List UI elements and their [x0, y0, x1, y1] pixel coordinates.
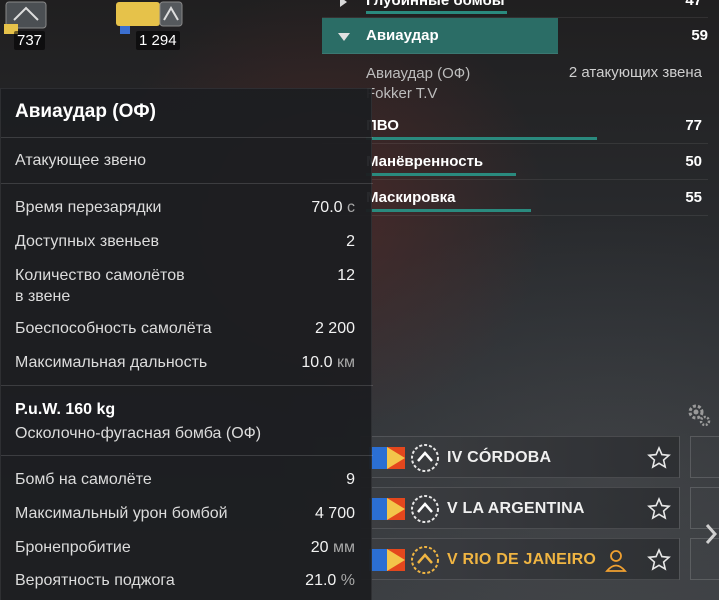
ship-slot-2[interactable]: 1 294 [110, 0, 190, 52]
stat-row-aa[interactable]: ПВО 77 [322, 108, 708, 144]
star-icon[interactable] [647, 497, 671, 521]
param-plane-hp: Боеспособность самолёта 2 200 [15, 320, 355, 338]
commander-icon [605, 550, 627, 572]
param-penetration: Бронепробитие 20 мм [15, 539, 355, 557]
param-value: 4 700 [314, 505, 355, 522]
gear-icon[interactable] [686, 402, 712, 428]
param-label: Вероятность поджога [15, 572, 175, 589]
expand-arrow-icon [340, 0, 347, 7]
argentina-flag-icon [369, 549, 405, 571]
stat-row-concealment[interactable]: Маскировка 55 [322, 180, 708, 216]
ship-name: V LA ARGENTINA [447, 500, 585, 517]
param-reload: Время перезарядки 70.0 с [15, 199, 355, 217]
ship-count: 737 [14, 31, 46, 50]
param-label: Бомб на самолёте [15, 471, 152, 488]
stat-bar [366, 137, 597, 140]
collapse-arrow-icon [338, 33, 350, 41]
divider [1, 137, 373, 138]
param-label-line1: Количество самолётов [15, 267, 185, 284]
param-label: Время перезарядки [15, 199, 162, 216]
ship-carousel: IV CÓRDOBA V LA ARGENTINA V RIO DE JANEI… [360, 436, 680, 589]
param-max-bomb-damage: Максимальный урон бомбой 4 700 [15, 505, 355, 523]
tooltip-subtitle: Атакующее звено [15, 152, 147, 169]
param-label: Максимальный урон бомбой [15, 505, 228, 522]
param-value: 9 [346, 471, 355, 488]
airstrike-tooltip: Авиаудар (ОФ) Атакующее звено Время пере… [0, 88, 373, 600]
stat-label: Маскировка [366, 189, 456, 206]
param-label: Максимальная дальность [15, 354, 208, 371]
stat-value: 47 [685, 0, 702, 9]
ship-emblem-icon [4, 1, 47, 34]
param-value: 20 мм [310, 539, 355, 556]
ship-count: 1 294 [136, 31, 180, 50]
param-value: 70.0 с [311, 199, 355, 216]
tier-wreath-icon [411, 444, 439, 472]
stat-label: Авиаудар [366, 27, 439, 44]
param-value: 21.0 % [305, 572, 355, 589]
stat-bar [366, 11, 507, 14]
bomb-name: P.u.W. 160 kg [15, 401, 116, 418]
param-max-range: Максимальная дальность 10.0 км [15, 354, 355, 372]
stat-label: Глубинные бомбы [366, 0, 505, 9]
stat-row-depth-charges[interactable]: Глубинные бомбы 47 [322, 0, 708, 18]
ship-emblem-icon [116, 1, 183, 34]
param-value: 12 [337, 267, 355, 284]
ship-card-partial[interactable] [690, 436, 719, 478]
argentina-flag-icon [369, 498, 405, 520]
param-value: 10.0 км [301, 354, 355, 371]
param-bombs-per-plane: Бомб на самолёте 9 [15, 471, 355, 489]
stat-value: 59 [691, 27, 708, 44]
divider [1, 385, 373, 386]
stat-bar [366, 173, 516, 176]
stat-row-airstrike[interactable]: Авиаудар 59 [322, 18, 708, 54]
airstrike-detail-key: Авиаудар (ОФ) Fokker T.V [366, 64, 470, 104]
divider [1, 183, 373, 184]
bomb-type: Осколочно-фугасная бомба (ОФ) [15, 425, 262, 442]
stat-value: 77 [685, 117, 702, 134]
ship-card-premium[interactable]: V RIO DE JANEIRO [360, 538, 680, 580]
airstrike-detail: Авиаудар (ОФ) Fokker T.V 2 атакующих зве… [322, 54, 708, 108]
tier-wreath-premium-icon [411, 546, 439, 574]
param-value: 2 [346, 233, 355, 250]
param-label-line2: в звене [15, 288, 71, 305]
divider [1, 455, 373, 456]
ship-stats-list: Глубинные бомбы 47 Авиаудар 59 Авиаудар … [322, 0, 708, 216]
stat-value: 55 [685, 189, 702, 206]
stat-row-maneuverability[interactable]: Манёвренность 50 [322, 144, 708, 180]
chevron-right-icon[interactable] [704, 522, 718, 546]
airstrike-detail-value: 2 атакующих звена [568, 64, 702, 81]
param-fire-chance: Вероятность поджога 21.0 % [15, 572, 355, 590]
stat-bar [366, 209, 531, 212]
star-icon[interactable] [647, 446, 671, 470]
param-planes-per-flight: Количество самолётов в звене 12 [15, 265, 355, 307]
tooltip-title: Авиаудар (ОФ) [15, 101, 156, 122]
tier-wreath-icon [411, 495, 439, 523]
param-flights: Доступных звеньев 2 [15, 233, 355, 251]
stat-label: Манёвренность [366, 153, 484, 170]
ship-name: IV CÓRDOBA [447, 449, 552, 466]
argentina-flag-icon [369, 447, 405, 469]
airstrike-detail-name: Авиаудар (ОФ) [366, 65, 471, 82]
stat-value: 50 [685, 153, 702, 170]
param-value: 2 200 [314, 320, 355, 337]
ship-card[interactable]: V LA ARGENTINA [360, 487, 680, 529]
param-label: Бронепробитие [15, 539, 131, 556]
ship-slot-1[interactable]: 737 [0, 0, 70, 52]
airstrike-detail-plane: Fokker T.V [366, 85, 438, 102]
param-label: Боеспособность самолёта [15, 320, 212, 337]
star-icon[interactable] [647, 548, 671, 572]
ship-name: V RIO DE JANEIRO [447, 551, 597, 568]
param-label: Доступных звеньев [15, 233, 159, 250]
ship-card[interactable]: IV CÓRDOBA [360, 436, 680, 478]
